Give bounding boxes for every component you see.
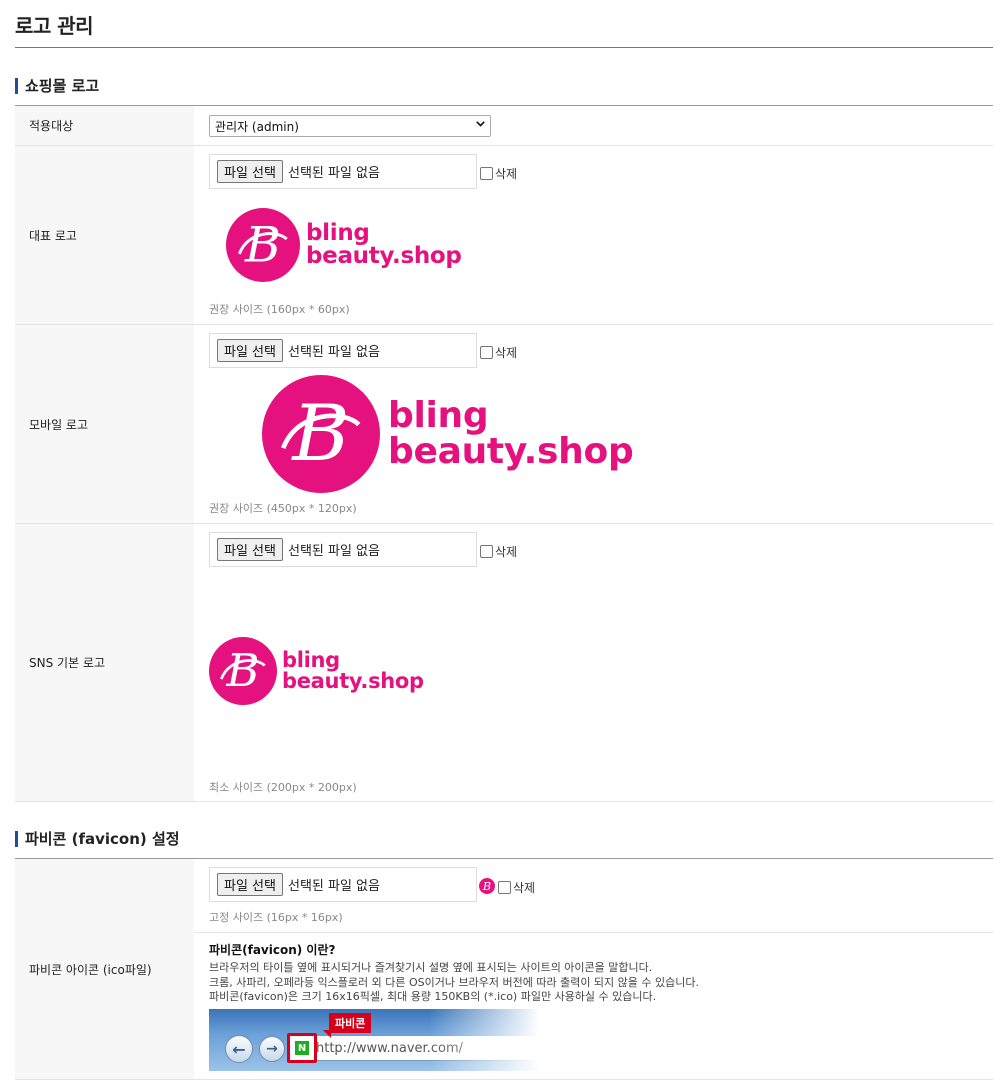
favicon-faq-line-1: 브라우저의 타이틀 옆에 표시되거나 즐겨찾기시 설명 옆에 표시되는 사이트의… — [209, 961, 653, 974]
svg-text:B: B — [482, 880, 491, 893]
row-rep-logo: 대표 로고 파일 선택 선택된 파일 없음 삭제 B bling beauty.… — [15, 146, 993, 325]
favicon-example-screenshot: ← → http://www.naver.com/ N 파비콘 — [209, 1009, 559, 1071]
rep-logo-size-hint: 권장 사이즈 (160px * 60px) — [209, 303, 350, 316]
sns-logo-delete[interactable]: 삭제 — [480, 543, 517, 560]
mobile-logo-text-line2: beauty.shop — [388, 431, 634, 472]
sns-logo-text-line2: beauty.shop — [282, 669, 424, 693]
naver-n-icon: N — [295, 1041, 309, 1055]
rep-logo-label: 대표 로고 — [15, 146, 194, 324]
mobile-logo-text-line1: bling — [388, 395, 489, 436]
brand-b-icon: B — [209, 637, 277, 705]
favicon-faq-line-3: 파비콘(favicon)은 크기 16x16픽셀, 최대 용량 150KB의 (… — [209, 990, 657, 1003]
sns-logo-file-button[interactable]: 파일 선택 — [217, 538, 283, 561]
favicon-description: 파비콘(favicon) 이란? 브라우저의 타이틀 옆에 표시되거나 즐겨찾기… — [194, 933, 993, 1080]
sns-logo-file-status: 선택된 파일 없음 — [287, 544, 380, 559]
mobile-logo-delete[interactable]: 삭제 — [480, 344, 517, 361]
rep-logo-text-line1: bling — [306, 220, 370, 246]
favicon-label: 파비콘 아이콘 (ico파일) — [15, 859, 194, 1079]
mobile-logo-file-status: 선택된 파일 없음 — [287, 345, 380, 360]
mobile-logo-file-input[interactable]: 파일 선택 선택된 파일 없음 — [209, 333, 477, 368]
svg-text:B: B — [226, 644, 260, 697]
favicon-delete[interactable]: 삭제 — [498, 879, 535, 896]
rep-logo-delete-checkbox[interactable] — [480, 167, 493, 180]
favicon-delete-label: 삭제 — [513, 881, 536, 895]
section-heading-favicon: 파비콘 (favicon) 설정 — [15, 830, 180, 848]
section-heading-shop-logo: 쇼핑몰 로고 — [15, 77, 99, 95]
target-select[interactable]: 관리자 (admin) — [209, 115, 491, 137]
example-favicon-highlight: N — [287, 1033, 317, 1063]
favicon-file-status: 선택된 파일 없음 — [287, 879, 380, 894]
brand-b-icon: B — [262, 375, 380, 493]
row-target: 적용대상 관리자 (admin) — [15, 106, 993, 146]
sns-logo-file-input[interactable]: 파일 선택 선택된 파일 없음 — [209, 532, 477, 567]
favicon-table: 파비콘 아이콘 (ico파일) 파일 선택 선택된 파일 없음 B 삭제 고정 … — [15, 858, 993, 1080]
rep-logo-file-status: 선택된 파일 없음 — [287, 166, 380, 181]
svg-text:B: B — [244, 216, 281, 273]
favicon-file-button[interactable]: 파일 선택 — [217, 873, 283, 896]
sns-logo-text-line1: bling — [282, 648, 340, 672]
favicon-faq-text: 브라우저의 타이틀 옆에 표시되거나 즐겨찾기시 설명 옆에 표시되는 사이트의… — [209, 961, 699, 1005]
row-mobile-logo: 모바일 로고 파일 선택 선택된 파일 없음 삭제 B bling beauty… — [15, 325, 993, 524]
sns-logo-size-hint: 최소 사이즈 (200px * 200px) — [209, 781, 357, 794]
mobile-logo-delete-checkbox[interactable] — [480, 346, 493, 359]
favicon-faq-line-2: 크롬, 사파리, 오페라등 익스플로러 외 다른 OS이거나 브라우저 버전에 … — [209, 975, 699, 989]
mobile-logo-size-hint: 권장 사이즈 (450px * 120px) — [209, 502, 357, 515]
row-sns-logo: SNS 기본 로고 파일 선택 선택된 파일 없음 삭제 B bling bea… — [15, 524, 993, 802]
sns-logo-image: B bling beauty.shop — [209, 637, 424, 705]
mobile-logo-label: 모바일 로고 — [15, 325, 194, 523]
favicon-upload-area: 파일 선택 선택된 파일 없음 B 삭제 고정 사이즈 (16px * 16px… — [194, 859, 993, 933]
favicon-size-hint: 고정 사이즈 (16px * 16px) — [209, 911, 343, 924]
mobile-logo-image: B bling beauty.shop — [262, 375, 634, 493]
rep-logo-delete-label: 삭제 — [495, 167, 518, 181]
favicon-faq-title: 파비콘(favicon) 이란? — [209, 943, 336, 957]
rep-logo-file-button[interactable]: 파일 선택 — [217, 160, 283, 183]
row-favicon: 파비콘 아이콘 (ico파일) 파일 선택 선택된 파일 없음 B 삭제 고정 … — [15, 859, 993, 1080]
target-label: 적용대상 — [15, 106, 194, 145]
page-title: 로고 관리 — [15, 14, 94, 38]
back-arrow-icon: ← — [225, 1035, 253, 1063]
favicon-preview-icon: B — [479, 878, 495, 894]
title-divider — [15, 47, 993, 48]
screenshot-fade — [429, 1009, 559, 1071]
mobile-logo-delete-label: 삭제 — [495, 346, 518, 360]
mobile-logo-file-button[interactable]: 파일 선택 — [217, 339, 283, 362]
sns-logo-label: SNS 기본 로고 — [15, 524, 194, 801]
example-favicon-tag: 파비콘 — [322, 1013, 372, 1038]
rep-logo-text-line2: beauty.shop — [306, 243, 462, 269]
favicon-file-input[interactable]: 파일 선택 선택된 파일 없음 — [209, 867, 477, 902]
forward-arrow-icon: → — [259, 1036, 285, 1062]
brand-b-icon: B — [226, 208, 300, 282]
rep-logo-image: B bling beauty.shop — [226, 208, 462, 282]
target-select-value: 관리자 (admin) — [215, 119, 299, 134]
favicon-delete-checkbox[interactable] — [498, 881, 511, 894]
shop-logo-table: 적용대상 관리자 (admin) 대표 로고 파일 선택 선택된 파일 없음 삭… — [15, 105, 993, 802]
sns-logo-delete-label: 삭제 — [495, 545, 518, 559]
rep-logo-delete[interactable]: 삭제 — [480, 165, 517, 182]
rep-logo-file-input[interactable]: 파일 선택 선택된 파일 없음 — [209, 154, 477, 189]
sns-logo-delete-checkbox[interactable] — [480, 545, 493, 558]
svg-text:B: B — [290, 389, 349, 479]
